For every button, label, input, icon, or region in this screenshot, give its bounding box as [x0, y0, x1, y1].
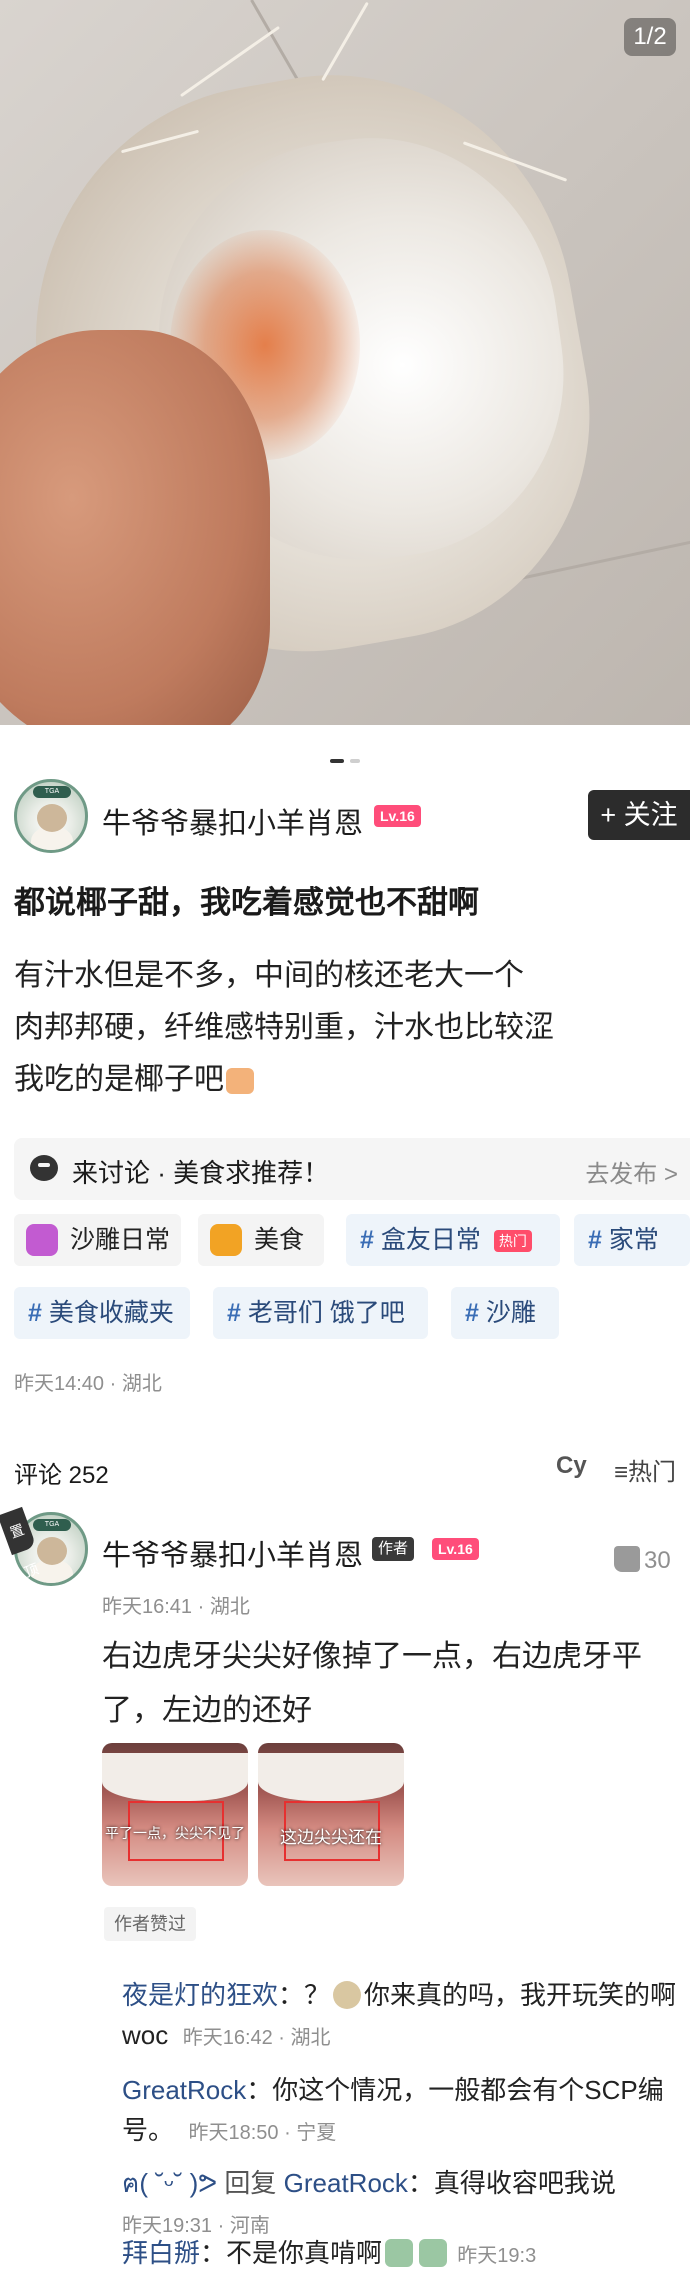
comment-body-line: 右边虎牙尖尖好像掉了一点，右边虎牙平: [102, 1640, 642, 1673]
image-caption: 平了一点，尖尖不见了: [105, 1825, 245, 1841]
tag-label: 美食收藏夹: [48, 1299, 174, 1327]
reply-meta: 昨天19:3: [457, 2245, 537, 2267]
post-image[interactable]: 1/2: [0, 0, 690, 725]
post-body-line: 有汁水但是不多，中间的核还老大一个: [14, 959, 524, 992]
author-name[interactable]: 牛爷爷暴扣小羊肖恩: [102, 800, 363, 842]
teeth-area: [102, 1753, 248, 1801]
reply-author[interactable]: 拜白掰: [122, 2238, 200, 2268]
tag-hashtag[interactable]: # 家常: [574, 1214, 690, 1266]
sort-label: 热门: [628, 1459, 677, 1486]
reply-item[interactable]: 拜白掰：不是你真啃啊 昨天19:3: [122, 2233, 682, 2276]
hashtag-icon: #: [588, 1226, 602, 1254]
reply-meta: 昨天16:42 · 湖北: [182, 2027, 331, 2049]
chat-icon: [30, 1155, 58, 1181]
cy-toggle[interactable]: Cy: [556, 1452, 587, 1480]
hashtag-icon: #: [28, 1299, 42, 1327]
carousel-dot-active[interactable]: [330, 758, 344, 763]
circle-icon: [26, 1224, 58, 1256]
tag-label: 美食: [254, 1226, 305, 1254]
avatar-face: [37, 804, 67, 832]
post-body: 有汁水但是不多，中间的核还老大一个 肉邦邦硬，纤维感特别重，汁水也比较涩 我吃的…: [14, 950, 674, 1106]
thumbs-up-icon: [614, 1546, 640, 1572]
comment-body: 右边虎牙尖尖好像掉了一点，右边虎牙平 了，左边的还好: [102, 1630, 672, 1738]
post-body-line: 我吃的是椰子吧: [14, 1063, 224, 1096]
author-badge: 作者: [372, 1537, 415, 1561]
tag-hashtag[interactable]: # 美食收藏夹: [14, 1287, 190, 1339]
tag-circle[interactable]: 美食: [198, 1214, 324, 1266]
like-count: 30: [644, 1547, 671, 1574]
sort-icon: ≡: [614, 1459, 629, 1486]
avatar-face: [37, 1537, 67, 1565]
carousel-dot[interactable]: [350, 758, 360, 763]
tag-hashtag[interactable]: # 沙雕: [451, 1287, 559, 1339]
tag-label: 沙雕: [485, 1299, 536, 1327]
tag-circle[interactable]: 沙雕日常: [14, 1214, 181, 1266]
avatar-badge: TGA: [33, 786, 71, 798]
hashtag-icon: #: [227, 1299, 241, 1327]
carousel-dots[interactable]: [0, 752, 690, 770]
image-caption: 这边尖尖还在: [280, 1828, 382, 1847]
emoji-icon: [419, 2239, 448, 2267]
tag-hashtag[interactable]: # 盒友日常 热门: [346, 1214, 560, 1266]
coconut-fiber: [321, 1, 369, 82]
pinned-badge: 置顶: [0, 1506, 41, 1580]
reply-item[interactable]: GreatRock：你这个情况，一般都会有个SCP编 号。 昨天18:50 · …: [122, 2070, 682, 2153]
level-badge: Lv.16: [432, 1538, 479, 1560]
publish-link[interactable]: 去发布 >: [585, 1154, 678, 1189]
comment-body-line: 了，左边的还好: [102, 1694, 312, 1727]
reply-text: ：你这个情况，一般都会有个SCP编: [246, 2075, 664, 2105]
reply-prefix: 回复: [224, 2168, 277, 2198]
reply-text: ：？: [278, 1980, 331, 2010]
page-indicator: 1/2: [624, 18, 676, 56]
tag-hashtag[interactable]: # 老哥们 饿了吧: [213, 1287, 428, 1339]
hashtag-icon: #: [465, 1299, 479, 1327]
avatar[interactable]: TGA: [14, 779, 88, 853]
comment-image[interactable]: 这边尖尖还在: [258, 1743, 404, 1886]
reply-author[interactable]: ฅ( ˘ᵕ˘ )ᕗ: [122, 2168, 217, 2198]
post-title: 都说椰子甜，我吃着感觉也不甜啊: [14, 885, 479, 920]
comment-author-name[interactable]: 牛爷爷暴扣小羊肖恩: [102, 1532, 363, 1574]
pig-emoji-icon: [226, 1068, 254, 1095]
avatar-badge: TGA: [33, 1519, 71, 1531]
emoji-icon: [333, 1981, 362, 2009]
reply-meta: 昨天18:50 · 宁夏: [188, 2122, 337, 2144]
topic-bar[interactable]: 来讨论 · 美食求推荐！ 去发布 >: [14, 1138, 690, 1200]
level-badge: Lv.16: [374, 805, 421, 827]
reply-text: ：不是你真啃啊: [200, 2238, 383, 2268]
topic-text: 来讨论 · 美食求推荐！: [72, 1158, 330, 1188]
reply-item[interactable]: 夜是灯的狂欢：？ 你来真的吗，我开玩笑的啊 woc 昨天16:42 · 湖北: [122, 1975, 682, 2058]
emoji-icon: [385, 2239, 414, 2267]
tag-label: 盒友日常: [380, 1226, 481, 1254]
teeth-area: [258, 1753, 404, 1801]
comment-image[interactable]: 平了一点，尖尖不见了: [102, 1743, 248, 1886]
sort-button[interactable]: ≡热门: [614, 1452, 676, 1487]
hashtag-icon: #: [360, 1226, 374, 1254]
like-button[interactable]: 30: [614, 1546, 671, 1575]
comments-count: 评论 252: [14, 1462, 109, 1489]
post-body-line: 肉邦邦硬，纤维感特别重，汁水也比较涩: [14, 1011, 554, 1044]
post-meta: 昨天14:40 · 湖北: [14, 1373, 162, 1395]
tag-label: 家常: [608, 1226, 659, 1254]
tag-label: 沙雕日常: [70, 1226, 171, 1254]
liked-by-author-badge: 作者赞过: [104, 1907, 196, 1941]
food-bowl-icon: [210, 1224, 242, 1256]
reply-text: woc: [122, 2020, 169, 2050]
reply-author[interactable]: GreatRock: [122, 2075, 246, 2105]
hand: [0, 330, 270, 725]
follow-button[interactable]: + 关注: [588, 790, 690, 840]
reply-text: 号。: [122, 2115, 175, 2145]
tag-label: 老哥们 饿了吧: [247, 1299, 405, 1327]
reply-author[interactable]: 夜是灯的狂欢: [122, 1980, 278, 2010]
reply-target[interactable]: GreatRock: [284, 2168, 408, 2198]
reply-text: ：真得收容吧我说: [407, 2168, 616, 2198]
hot-badge: 热门: [493, 1230, 532, 1253]
comment-meta: 昨天16:41 · 湖北: [102, 1596, 250, 1618]
reply-text: 你来真的吗，我开玩笑的啊: [364, 1980, 677, 2010]
